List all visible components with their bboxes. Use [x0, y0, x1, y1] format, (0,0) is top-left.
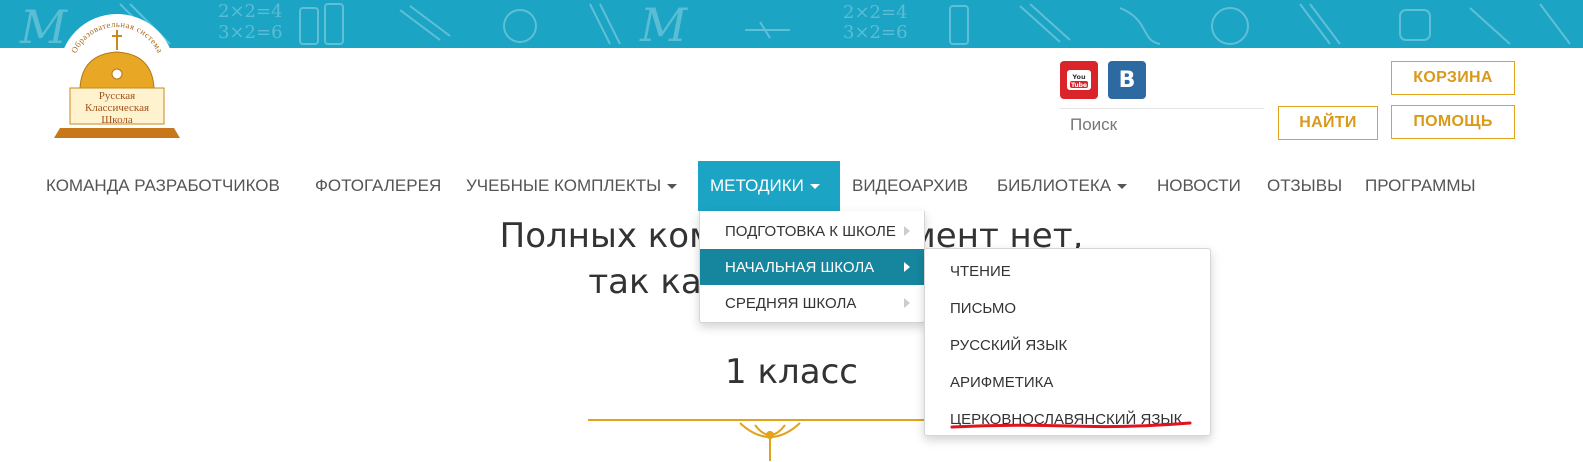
nav-item-programs[interactable]: ПРОГРАММЫ — [1365, 161, 1476, 211]
nav-item-library[interactable]: БИБЛИОТЕКА — [997, 161, 1128, 211]
nav-item-textbook-sets[interactable]: УЧЕБНЫЕ КОМПЛЕКТЫ — [466, 161, 678, 211]
caret-down-icon — [667, 183, 678, 189]
main-nav: КОМАНДА РАЗРАБОТЧИКОВ ФОТОГАЛЕРЕЯ УЧЕБНЫ… — [0, 161, 1583, 211]
submenu-item-arithmetic[interactable]: АРИФМЕТИКА — [925, 364, 1210, 401]
svg-text:Русская: Русская — [99, 90, 136, 102]
dropdown-item-middle-school[interactable]: СРЕДНЯЯ ШКОЛА — [700, 285, 924, 321]
nav-item-methods[interactable]: МЕТОДИКИ — [698, 161, 840, 211]
banner-doodles — [119, 3, 1571, 45]
svg-text:Классическая: Классическая — [85, 102, 149, 114]
submenu-item-church-slavonic[interactable]: ЦЕРКОВНОСЛАВЯНСКИЙ ЯЗЫК — [925, 401, 1210, 438]
chevron-right-icon — [904, 298, 910, 308]
vk-icon: B — [1118, 67, 1136, 93]
nav-item-reviews[interactable]: ОТЗЫВЫ — [1267, 161, 1342, 211]
nav-item-video-archive[interactable]: ВИДЕОАРХИВ — [852, 161, 968, 211]
primary-school-submenu: ЧТЕНИЕ ПИСЬМО РУССКИЙ ЯЗЫК АРИФМЕТИКА ЦЕ… — [924, 248, 1211, 436]
youtube-button[interactable]: You Tube — [1060, 61, 1098, 99]
dropdown-item-primary-school[interactable]: НАЧАЛЬНАЯ ШКОЛА — [700, 249, 924, 285]
chevron-right-icon — [904, 262, 910, 272]
svg-text:Tube: Tube — [1071, 82, 1087, 89]
youtube-icon: You Tube — [1067, 70, 1091, 90]
submenu-item-writing[interactable]: ПИСЬМО — [925, 290, 1210, 327]
help-button[interactable]: ПОМОЩЬ — [1391, 105, 1515, 139]
search-input[interactable] — [1060, 108, 1264, 140]
vk-button[interactable]: B — [1108, 61, 1146, 99]
nav-item-news[interactable]: НОВОСТИ — [1157, 161, 1241, 211]
grade-title: 1 класс — [725, 352, 858, 392]
top-banner: M 2×2=4 3×2=6 2×2=4 3×2=6 M — [0, 0, 1583, 48]
svg-text:You: You — [1071, 73, 1086, 81]
nav-item-team[interactable]: КОМАНДА РАЗРАБОТЧИКОВ — [46, 161, 280, 211]
nav-item-photogallery[interactable]: ФОТОГАЛЕРЕЯ — [315, 161, 441, 211]
dropdown-item-preschool[interactable]: ПОДГОТОВКА К ШКОЛЕ — [700, 213, 924, 249]
methods-dropdown: ПОДГОТОВКА К ШКОЛЕ НАЧАЛЬНАЯ ШКОЛА СРЕДН… — [699, 211, 925, 323]
divider-ornament-icon — [739, 422, 801, 461]
red-underline-annotation — [950, 421, 1192, 429]
submenu-item-reading[interactable]: ЧТЕНИЕ — [925, 253, 1210, 290]
caret-down-icon — [809, 183, 820, 189]
submenu-item-russian-language[interactable]: РУССКИЙ ЯЗЫК — [925, 327, 1210, 364]
caret-down-icon — [1117, 183, 1128, 189]
cart-button[interactable]: КОРЗИНА — [1391, 61, 1515, 95]
chevron-right-icon — [904, 226, 910, 236]
site-logo[interactable]: Образовательная система Русская Классиче… — [52, 10, 182, 150]
find-button[interactable]: НАЙТИ — [1278, 106, 1378, 140]
svg-text:Школа: Школа — [101, 114, 133, 126]
